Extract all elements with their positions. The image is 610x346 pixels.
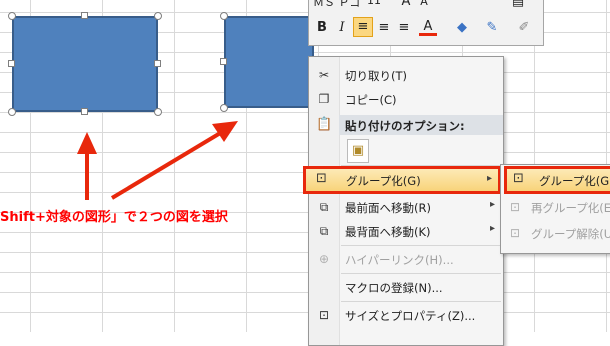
paintbrush-icon[interactable]: ✐ <box>515 19 533 37</box>
paste-option-button[interactable]: ▣ <box>347 139 369 163</box>
menu-separator <box>341 245 501 246</box>
copy-icon: ❐ <box>318 92 330 106</box>
submenu-arrow-icon: ▸ <box>489 223 495 234</box>
menu-item-group[interactable]: ⊡ グループ化(G) ▸ <box>303 166 501 194</box>
up-arrow-icon <box>77 132 97 200</box>
submenu-arrow-icon: ▸ <box>489 199 495 210</box>
menu-item-bring-forward[interactable]: ⧉ 最前面へ移動(R) ▸ <box>309 195 503 219</box>
scissors-icon: ✂ <box>318 68 330 82</box>
group-icon: ⊡ <box>513 171 524 186</box>
shrink-font-button[interactable]: A <box>415 0 433 11</box>
menu-item-copy[interactable]: ❐ コピー(C) <box>309 87 503 111</box>
format-painter-icon[interactable]: ▤ <box>509 0 527 11</box>
submenu-arrow-icon: ▸ <box>486 173 492 184</box>
menu-item-send-backward[interactable]: ⧉ 最背面へ移動(K) ▸ <box>309 219 503 243</box>
submenu-item-regroup[interactable]: ⊡ 再グループ化(E) <box>501 195 610 219</box>
line-color-icon[interactable]: ✎ <box>483 19 501 37</box>
font-color-button[interactable]: A <box>419 18 437 36</box>
globe-link-icon: ⊕ <box>318 252 330 266</box>
bring-forward-icon: ⧉ <box>319 200 329 214</box>
instruction-text: Shift+対象の図形」で２つの図を選択 <box>0 210 228 225</box>
menu-separator <box>341 301 501 302</box>
size-properties-icon: ⊡ <box>318 308 330 322</box>
font-name-box[interactable]: ＭＳ Ｐゴ <box>313 0 361 10</box>
regroup-icon: ⊡ <box>509 200 521 214</box>
font-size-box[interactable]: 11 <box>367 0 381 7</box>
paste-options-header: 貼り付けのオプション: <box>339 115 503 135</box>
align-center-button[interactable]: ≡ <box>375 19 393 37</box>
menu-item-cut[interactable]: ✂ 切り取り(T) <box>309 63 503 87</box>
align-right-button[interactable]: ≡ <box>395 19 413 37</box>
fill-color-icon[interactable]: ◆ <box>453 19 471 37</box>
group-icon: ⊡ <box>316 171 327 186</box>
submenu-item-group[interactable]: ⊡ グループ化(G) <box>504 166 610 194</box>
submenu-item-ungroup[interactable]: ⊡ グループ解除(U) <box>501 221 610 245</box>
align-left-button[interactable]: ≡ <box>353 17 373 37</box>
menu-item-assign-macro[interactable]: マクロの登録(N)... <box>309 275 503 299</box>
paste-clipboard-icon: 📋 <box>316 117 333 132</box>
send-backward-icon: ⧉ <box>319 224 329 238</box>
context-menu: ✂ 切り取り(T) ❐ コピー(C) 貼り付けのオプション: 📋 ▣ ⧉ 最前面… <box>308 56 504 346</box>
menu-item-hyperlink[interactable]: ⊕ ハイパーリンク(H)... <box>309 247 503 271</box>
menu-item-size-properties[interactable]: ⊡ サイズとプロパティ(Z)... <box>309 303 503 327</box>
grow-font-button[interactable]: A <box>397 0 415 11</box>
italic-button[interactable]: I <box>333 19 351 37</box>
menu-separator <box>341 273 501 274</box>
diagonal-arrow-icon <box>110 121 238 200</box>
ungroup-icon: ⊡ <box>509 226 521 240</box>
bold-button[interactable]: B <box>313 19 331 37</box>
mini-toolbar: ＭＳ Ｐゴ 11 A A ▤ B I ≡ ≡ ≡ A ◆ ✎ ✐ <box>308 0 544 46</box>
